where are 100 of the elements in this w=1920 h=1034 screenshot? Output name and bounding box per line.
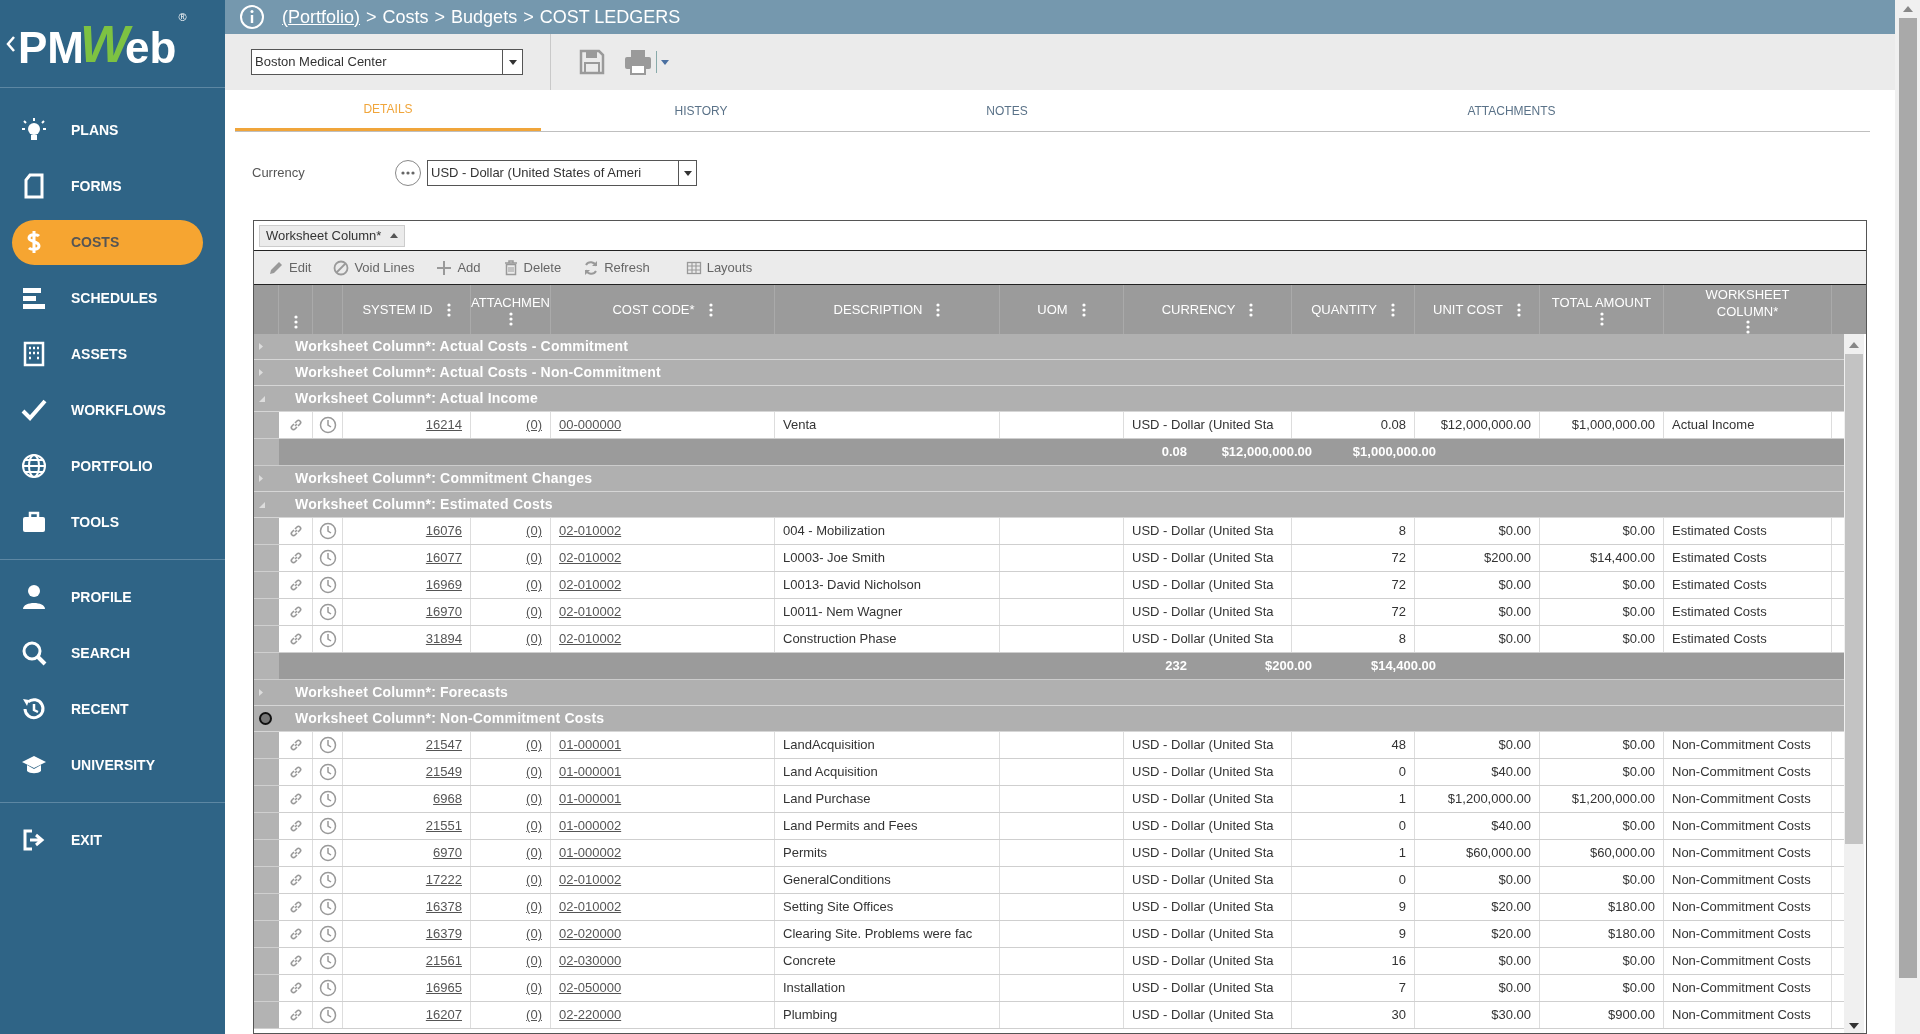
table-link[interactable]: (0) [526, 816, 542, 836]
sidebar-item[interactable]: TOOLS [0, 494, 225, 550]
table-link[interactable]: 01-000002 [559, 816, 622, 836]
link-icon[interactable] [287, 417, 304, 433]
table-link[interactable]: 17222 [425, 870, 462, 890]
table-link[interactable]: 02-010002 [559, 897, 622, 917]
link-icon[interactable] [287, 550, 304, 566]
table-link[interactable]: 01-000001 [559, 762, 622, 782]
clock-icon[interactable] [318, 790, 337, 808]
project-select[interactable]: Boston Medical Center [251, 49, 523, 75]
link-icon[interactable] [287, 845, 304, 861]
clock-icon[interactable] [318, 603, 337, 621]
group-by-chip[interactable]: Worksheet Column* [259, 224, 406, 247]
column-menu-icon[interactable] [1249, 302, 1254, 317]
column-menu-icon[interactable] [293, 315, 298, 329]
scroll-down-icon[interactable] [1849, 1023, 1859, 1029]
row-handle[interactable] [254, 599, 279, 625]
row-handle[interactable] [254, 921, 279, 947]
clock-icon[interactable] [318, 736, 337, 754]
sidebar-item[interactable]: WORKFLOWS [0, 382, 225, 438]
clock-icon[interactable] [318, 630, 337, 648]
column-menu-icon[interactable] [1516, 302, 1521, 317]
table-link[interactable]: 31894 [425, 629, 462, 649]
table-link[interactable]: 16379 [425, 924, 462, 944]
table-link[interactable]: (0) [526, 978, 542, 998]
table-link[interactable]: 02-010002 [559, 521, 622, 541]
toolbar-button[interactable]: Delete [502, 257, 562, 278]
info-icon[interactable] [239, 4, 265, 30]
row-handle[interactable] [254, 518, 279, 544]
column-menu-icon[interactable] [1599, 312, 1604, 327]
table-link[interactable]: (0) [526, 575, 542, 595]
row-handle[interactable] [254, 975, 279, 1001]
table-link[interactable]: (0) [526, 762, 542, 782]
scroll-up-icon[interactable] [1849, 342, 1859, 348]
clock-icon[interactable] [318, 871, 337, 889]
clock-icon[interactable] [318, 576, 337, 594]
clock-icon[interactable] [318, 1006, 337, 1024]
table-link[interactable]: 00-000000 [559, 415, 622, 435]
link-icon[interactable] [287, 899, 304, 915]
row-handle[interactable] [254, 894, 279, 920]
table-link[interactable]: 01-000001 [559, 789, 622, 809]
table-link[interactable]: (0) [526, 924, 542, 944]
sidebar-item[interactable]: SCHEDULES [0, 270, 225, 326]
table-link[interactable]: 16965 [425, 978, 462, 998]
table-link[interactable]: 01-000002 [559, 843, 622, 863]
row-handle[interactable] [254, 948, 279, 974]
table-link[interactable]: (0) [526, 843, 542, 863]
table-link[interactable]: (0) [526, 951, 542, 971]
clock-icon[interactable] [318, 952, 337, 970]
table-link[interactable]: 01-000001 [559, 735, 622, 755]
link-icon[interactable] [287, 980, 304, 996]
link-icon[interactable] [287, 872, 304, 888]
row-handle[interactable] [254, 572, 279, 598]
clock-icon[interactable] [318, 898, 337, 916]
row-handle[interactable] [254, 626, 279, 652]
table-link[interactable]: 21561 [425, 951, 462, 971]
table-link[interactable]: 21549 [425, 762, 462, 782]
sidebar-item[interactable]: PORTFOLIO [0, 438, 225, 494]
row-handle[interactable] [254, 545, 279, 571]
table-link[interactable]: 02-020000 [559, 924, 622, 944]
row-handle[interactable] [254, 759, 279, 785]
clock-icon[interactable] [318, 844, 337, 862]
link-icon[interactable] [287, 577, 304, 593]
table-link[interactable]: 02-010002 [559, 548, 622, 568]
table-link[interactable]: 02-010002 [559, 629, 622, 649]
link-icon[interactable] [287, 764, 304, 780]
clock-icon[interactable] [318, 925, 337, 943]
grid-scrollbar[interactable] [1844, 334, 1864, 1033]
back-chevron-icon[interactable] [6, 34, 16, 53]
clock-icon[interactable] [318, 416, 337, 434]
table-link[interactable]: 16076 [425, 521, 462, 541]
expand-triangle-icon[interactable] [259, 369, 263, 376]
link-icon[interactable] [287, 604, 304, 620]
row-handle[interactable] [254, 732, 279, 758]
toolbar-button[interactable]: Add [436, 257, 481, 278]
save-icon[interactable] [578, 48, 606, 76]
table-link[interactable]: (0) [526, 897, 542, 917]
row-handle[interactable] [254, 1002, 279, 1028]
sidebar-item[interactable]: FORMS [0, 158, 225, 214]
collapse-triangle-icon[interactable] [259, 395, 265, 402]
toolbar-button[interactable]: Void Lines [333, 257, 415, 278]
row-handle[interactable] [254, 786, 279, 812]
scrollbar-thumb[interactable] [1898, 18, 1917, 978]
sidebar-item[interactable]: EXIT [0, 812, 225, 868]
sidebar-item[interactable]: UNIVERSITY [0, 737, 225, 793]
row-handle[interactable] [254, 412, 279, 438]
page-scrollbar[interactable] [1895, 0, 1920, 1034]
expand-triangle-icon[interactable] [259, 343, 263, 350]
column-menu-icon[interactable] [1745, 319, 1750, 334]
table-link[interactable]: 21551 [425, 816, 462, 836]
scrollbar-thumb[interactable] [1845, 354, 1863, 844]
toolbar-button[interactable]: Layouts [685, 257, 753, 278]
link-icon[interactable] [287, 953, 304, 969]
sidebar-item[interactable]: RECENT [0, 681, 225, 737]
link-icon[interactable] [287, 791, 304, 807]
row-handle[interactable] [254, 867, 279, 893]
link-icon[interactable] [287, 523, 304, 539]
table-link[interactable]: (0) [526, 789, 542, 809]
sidebar-item[interactable]: PROFILE [0, 569, 225, 625]
toolbar-button[interactable]: Refresh [583, 257, 650, 278]
